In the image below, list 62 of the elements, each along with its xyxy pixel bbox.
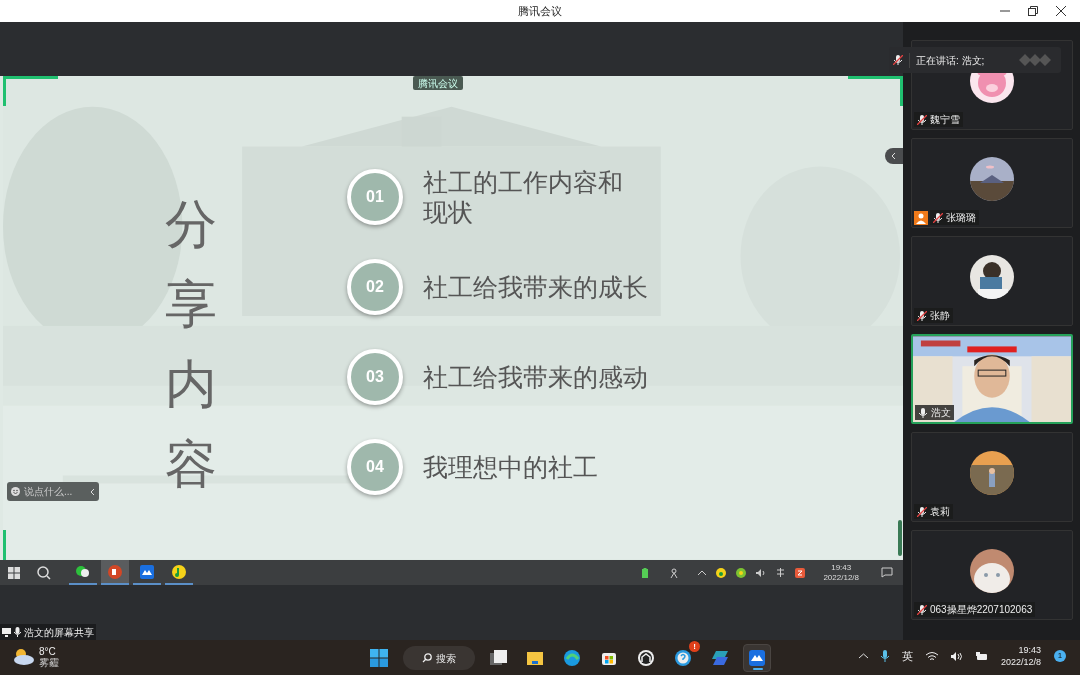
window-title: 腾讯会议 bbox=[518, 3, 562, 19]
meeting-app-icon[interactable] bbox=[743, 644, 771, 672]
agenda-item: 社工给我带来的成长 bbox=[423, 272, 648, 302]
slides-app-icon[interactable] bbox=[101, 560, 129, 585]
participant-tile[interactable]: 063操星烨2207102063 bbox=[911, 530, 1073, 620]
wifi-icon[interactable] bbox=[925, 651, 938, 661]
microphone-icon[interactable] bbox=[880, 650, 889, 662]
participant-name: 张璐璐 bbox=[946, 211, 976, 225]
search-icon[interactable] bbox=[37, 565, 51, 580]
screen-icon bbox=[2, 627, 11, 637]
alert-badge: ! bbox=[689, 641, 700, 652]
close-icon[interactable] bbox=[1056, 6, 1066, 16]
microphone-icon bbox=[14, 627, 21, 637]
scrollbar[interactable] bbox=[898, 520, 902, 556]
battery-icon[interactable] bbox=[975, 651, 988, 661]
clock-time[interactable]: 19:43 bbox=[1018, 644, 1041, 656]
volume-icon[interactable] bbox=[950, 651, 963, 661]
agenda-item: 社工给我带来的感动 bbox=[423, 362, 648, 392]
clock-time: 19:43 bbox=[831, 562, 852, 573]
start-icon[interactable] bbox=[8, 566, 20, 579]
temperature: 8°C bbox=[39, 646, 57, 657]
weather-condition: 雾霾 bbox=[39, 657, 59, 668]
input-method-icon bbox=[795, 567, 806, 578]
weather-icon bbox=[12, 648, 34, 666]
participant-name: 袁莉 bbox=[930, 505, 950, 519]
agenda-item: 我理想中的社工 bbox=[423, 452, 598, 482]
notification-icon[interactable] bbox=[881, 567, 893, 578]
speaking-text: 正在讲话: 浩文; bbox=[909, 52, 985, 68]
participant-tile[interactable]: 张璐璐 bbox=[911, 138, 1073, 228]
question-mark-icon bbox=[674, 649, 692, 667]
input-method[interactable]: 英 bbox=[901, 647, 913, 665]
clock-date: 2022/12/8 bbox=[823, 572, 859, 583]
meeting-tag: 腾讯会议 bbox=[413, 76, 463, 90]
share-owner-text: 浩文的屏幕共享 bbox=[24, 625, 94, 640]
search-icon bbox=[422, 653, 432, 663]
chevron-left-icon bbox=[89, 487, 95, 496]
participant-name: 063操星烨2207102063 bbox=[930, 603, 1033, 617]
corner-marker bbox=[3, 76, 58, 106]
restore-icon[interactable] bbox=[1028, 6, 1038, 16]
participant-name: 魏宁雪 bbox=[930, 113, 960, 127]
participant-name: 浩文 bbox=[931, 406, 951, 420]
music-tray-icon bbox=[716, 567, 727, 578]
clock-date[interactable]: 2022/12/8 bbox=[1000, 656, 1041, 668]
chat-tray-icon bbox=[736, 567, 747, 578]
caret-up-icon bbox=[698, 569, 707, 576]
chat-input[interactable]: 说点什么... bbox=[7, 482, 99, 501]
caret-up-icon[interactable] bbox=[858, 653, 868, 659]
muted-microphone-icon bbox=[893, 55, 903, 65]
participant-name: 张静 bbox=[930, 309, 950, 323]
participant-tile[interactable]: 张静 bbox=[911, 236, 1073, 326]
volume-icon bbox=[756, 568, 767, 577]
smiley-icon bbox=[11, 487, 20, 496]
keyboard-icon bbox=[776, 568, 786, 577]
slide-title: 分享内容 bbox=[165, 194, 217, 495]
agenda-item: 社工的工作内容和 现状 bbox=[423, 167, 623, 227]
notification-badge[interactable]: 1 bbox=[1054, 650, 1066, 662]
battery-icon bbox=[642, 567, 649, 578]
logo-icon bbox=[1019, 54, 1053, 66]
chat-placeholder: 说点什么... bbox=[24, 485, 73, 499]
participant-tile[interactable]: 浩文 bbox=[911, 334, 1073, 424]
participant-tile[interactable]: 袁莉 bbox=[911, 432, 1073, 522]
search-field[interactable]: 搜索 bbox=[403, 646, 475, 670]
